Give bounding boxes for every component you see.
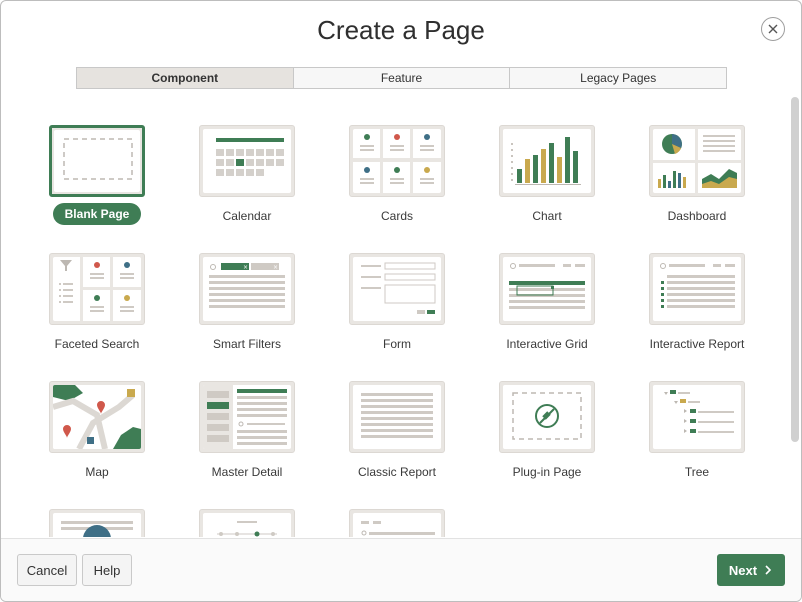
page-label: Cards xyxy=(380,209,413,223)
page-type-cards[interactable]: Cards xyxy=(322,125,472,224)
smart-filters-icon: × × xyxy=(209,263,285,308)
next-button[interactable]: Next xyxy=(717,554,785,586)
map-icon xyxy=(53,385,141,449)
page-type-plugin[interactable]: Plug-in Page xyxy=(472,381,622,480)
page-type-interactive-report[interactable]: Interactive Report xyxy=(622,253,772,352)
partial-thumbnail xyxy=(199,509,295,537)
blank-page-thumbnail xyxy=(49,125,145,197)
page-label: Interactive Report xyxy=(649,337,745,351)
partial-thumbnail xyxy=(49,509,145,537)
create-page-dialog: Create a Page Component Feature Legacy P… xyxy=(0,0,802,602)
calendar-thumbnail xyxy=(199,125,295,197)
master-detail-thumbnail xyxy=(199,381,295,453)
partial-thumbnail xyxy=(349,509,445,537)
page-label: Plug-in Page xyxy=(512,465,582,479)
dashboard-thumbnail xyxy=(649,125,745,197)
page-label: Faceted Search xyxy=(54,337,140,351)
next-label: Next xyxy=(728,562,758,578)
interactive-report-icon xyxy=(660,263,735,308)
page-type-calendar[interactable]: Calendar xyxy=(172,125,322,224)
cards-icon xyxy=(353,129,441,193)
cards-thumbnail xyxy=(349,125,445,197)
page-label: Dashboard xyxy=(667,209,727,223)
partial-icon xyxy=(361,521,435,536)
page-type-faceted-search[interactable]: Faceted Search xyxy=(22,253,172,352)
page-label: Chart xyxy=(532,209,562,223)
page-label: Master Detail xyxy=(211,465,283,479)
page-type-form[interactable]: Form xyxy=(322,253,472,352)
page-type-partial-2[interactable] xyxy=(172,509,322,537)
tab-component[interactable]: Component xyxy=(77,68,293,88)
page-label: Map xyxy=(85,465,109,479)
faceted-search-icon xyxy=(53,257,141,321)
page-type-classic-report[interactable]: Classic Report xyxy=(322,381,472,480)
tab-feature[interactable]: Feature xyxy=(292,68,510,88)
page-label: Tree xyxy=(684,465,710,479)
tab-bar: Component Feature Legacy Pages xyxy=(76,67,727,89)
classic-report-thumbnail xyxy=(349,381,445,453)
interactive-grid-icon xyxy=(509,263,585,309)
svg-text:×: × xyxy=(273,264,278,271)
page-label: Blank Page xyxy=(52,203,142,225)
tree-thumbnail xyxy=(649,381,745,453)
plugin-page-thumbnail xyxy=(499,381,595,453)
chart-thumbnail xyxy=(499,125,595,197)
interactive-report-thumbnail xyxy=(649,253,745,325)
help-button[interactable]: Help xyxy=(82,554,132,586)
page-type-blank[interactable]: Blank Page xyxy=(22,125,172,225)
partial-icon xyxy=(61,521,133,537)
page-type-master-detail[interactable]: Master Detail xyxy=(172,381,322,480)
classic-report-icon xyxy=(361,393,433,438)
page-label: Smart Filters xyxy=(212,337,281,351)
map-thumbnail xyxy=(49,381,145,453)
page-label: Classic Report xyxy=(357,465,437,479)
grid-scrollbar[interactable] xyxy=(791,97,799,442)
faceted-search-thumbnail xyxy=(49,253,145,325)
cancel-button[interactable]: Cancel xyxy=(17,554,77,586)
calendar-icon xyxy=(216,138,284,176)
page-label: Interactive Grid xyxy=(506,337,588,351)
page-type-tree[interactable]: Tree xyxy=(622,381,772,480)
page-type-interactive-grid[interactable]: Interactive Grid xyxy=(472,253,622,352)
plug-icon xyxy=(512,392,582,440)
close-button[interactable] xyxy=(761,17,785,41)
page-type-partial-1[interactable] xyxy=(22,509,172,537)
bar-chart-icon xyxy=(511,137,581,185)
page-type-partial-3[interactable] xyxy=(322,509,472,537)
page-type-grid: Blank Page Calendar Cards Chart Dashboar… xyxy=(1,97,785,537)
page-type-chart[interactable]: Chart xyxy=(472,125,622,224)
tab-legacy-pages[interactable]: Legacy Pages xyxy=(509,68,727,88)
page-label: Form xyxy=(383,337,411,351)
dashboard-icon xyxy=(653,129,741,193)
close-icon xyxy=(768,24,778,34)
tree-icon xyxy=(664,390,734,433)
page-type-map[interactable]: Map xyxy=(22,381,172,480)
page-type-smart-filters[interactable]: × × Smart Filters xyxy=(172,253,322,352)
chevron-right-icon xyxy=(765,565,772,575)
blank-page-icon xyxy=(63,138,133,180)
page-label: Calendar xyxy=(222,209,272,223)
page-type-dashboard[interactable]: Dashboard xyxy=(622,125,772,224)
form-thumbnail xyxy=(349,253,445,325)
master-detail-icon xyxy=(203,385,287,449)
dialog-title: Create a Page xyxy=(317,15,485,45)
dialog-footer: Cancel Help Next xyxy=(1,538,801,601)
interactive-grid-thumbnail xyxy=(499,253,595,325)
partial-icon xyxy=(217,521,277,537)
form-icon xyxy=(361,262,436,314)
smart-filters-thumbnail: × × xyxy=(199,253,295,325)
svg-text:×: × xyxy=(243,264,248,271)
